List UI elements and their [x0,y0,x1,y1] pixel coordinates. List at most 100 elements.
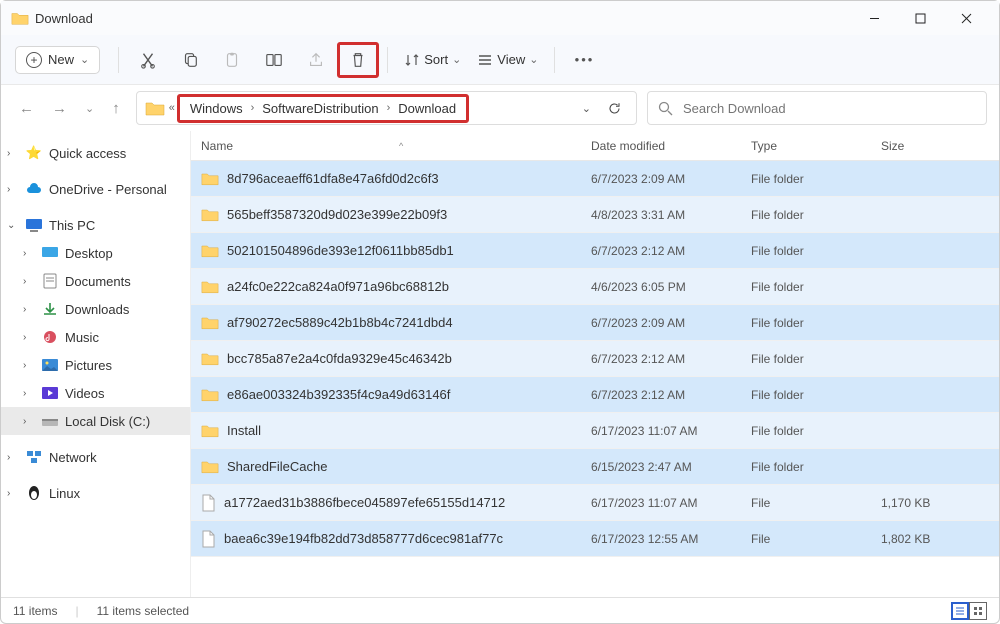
breadcrumb-part[interactable]: Download [398,101,456,116]
maximize-button[interactable] [897,1,943,35]
folder-icon [201,459,219,474]
status-item-count: 11 items [13,604,57,618]
sidebar-item-desktop[interactable]: ›Desktop [1,239,190,267]
file-type: File folder [751,352,881,366]
file-name: 8d796aceaeff61dfa8e47a6fd0d2c6f3 [227,171,439,186]
table-row[interactable]: SharedFileCache6/15/2023 2:47 AMFile fol… [191,449,999,485]
chevron-down-icon: ⌄ [529,53,538,66]
pc-icon [25,216,43,234]
file-date: 6/7/2023 2:09 AM [591,172,751,186]
file-date: 6/17/2023 11:07 AM [591,424,751,438]
sidebar-item-label: Videos [65,386,105,401]
table-row[interactable]: a24fc0e222ca824a0f971a96bc68812b4/6/2023… [191,269,999,305]
sidebar-item-pictures[interactable]: ›Pictures [1,351,190,379]
thumbnails-view-toggle[interactable] [969,602,987,620]
table-row[interactable]: bcc785a87e2a4c0fda9329e45c46342b 6/7/2023… [191,341,999,377]
file-type: File folder [751,424,881,438]
sidebar-item-linux[interactable]: ›Linux [1,479,190,507]
sidebar-item-onedrive[interactable]: ›OneDrive - Personal [1,175,190,203]
navigation-pane: ›⭐Quick access ›OneDrive - Personal ⌄Thi… [1,131,191,597]
file-icon [201,494,216,512]
table-row[interactable]: e86ae003324b392335f4c9a49d63146f6/7/2023… [191,377,999,413]
search-box[interactable] [647,91,987,125]
file-type: File folder [751,208,881,222]
table-row[interactable]: baea6c39e194fb82dd73d858777d6cec981af77c… [191,521,999,557]
minimize-button[interactable] [851,1,897,35]
desktop-icon [41,244,59,262]
view-icon [477,52,493,68]
sort-icon [404,52,420,68]
table-row[interactable]: Install 6/17/2023 11:07 AMFile folder [191,413,999,449]
up-button[interactable]: ↑ [112,100,120,117]
file-name: bcc785a87e2a4c0fda9329e45c46342b [227,351,452,366]
music-icon [41,328,59,346]
view-button[interactable]: View ⌄ [469,46,546,74]
sidebar-item-this-pc[interactable]: ⌄This PC [1,211,190,239]
breadcrumb-highlight: Windows › SoftwareDistribution › Downloa… [177,94,469,123]
sidebar-item-documents[interactable]: ›Documents [1,267,190,295]
folder-icon [201,423,219,438]
col-date[interactable]: Date modified [591,139,751,153]
table-row[interactable]: 565beff3587320d9d023e399e22b09f3 4/8/2023… [191,197,999,233]
table-row[interactable]: a1772aed31b3886fbece045897efe65155d14712… [191,485,999,521]
file-name: baea6c39e194fb82dd73d858777d6cec981af77c [224,531,503,546]
breadcrumb-dropdown[interactable]: ⌄ [574,102,599,115]
file-date: 6/7/2023 2:09 AM [591,316,751,330]
address-bar-row: ← → ⌄ ↑ « Windows › SoftwareDistribution… [1,85,999,131]
sort-button[interactable]: Sort ⌄ [396,46,469,74]
folder-icon [201,351,219,366]
search-input[interactable] [683,101,976,116]
sidebar-item-videos[interactable]: ›Videos [1,379,190,407]
file-name: 565beff3587320d9d023e399e22b09f3 [227,207,447,222]
sidebar-item-label: Pictures [65,358,112,373]
file-type: File folder [751,244,881,258]
col-name[interactable]: Name [201,139,233,153]
file-name: Install [227,423,261,438]
copy-button[interactable] [169,42,211,78]
videos-icon [41,384,59,402]
share-button[interactable] [295,42,337,78]
delete-button[interactable] [337,42,379,78]
cut-button[interactable] [127,42,169,78]
back-button[interactable]: ← [19,100,34,117]
close-button[interactable] [943,1,989,35]
table-row[interactable]: 502101504896de393e12f0611bb85db16/7/2023… [191,233,999,269]
sidebar-item-network[interactable]: ›Network [1,443,190,471]
sidebar-item-local-disk[interactable]: ›Local Disk (C:) [1,407,190,435]
sidebar-item-downloads[interactable]: ›Downloads [1,295,190,323]
folder-icon [201,243,219,258]
rename-button[interactable] [253,42,295,78]
recent-locations-button[interactable]: ⌄ [85,102,94,115]
view-label: View [497,52,525,67]
new-button[interactable]: + New ⌄ [15,46,100,74]
table-row[interactable]: 8d796aceaeff61dfa8e47a6fd0d2c6f3 6/7/2023… [191,161,999,197]
breadcrumb-part[interactable]: SoftwareDistribution [262,101,378,116]
table-row[interactable]: af790272ec5889c42b1b8b4c7241dbd4 6/7/2023… [191,305,999,341]
file-date: 6/7/2023 2:12 AM [591,352,751,366]
chevron-right-icon: « [169,102,175,114]
sidebar-item-label: Documents [65,274,131,289]
col-type[interactable]: Type [751,139,881,153]
refresh-button[interactable] [601,101,628,116]
sidebar-item-label: Music [65,330,99,345]
folder-icon [201,279,219,294]
file-date: 4/8/2023 3:31 AM [591,208,751,222]
sidebar-item-label: Desktop [65,246,113,261]
folder-icon [201,315,219,330]
breadcrumb-part[interactable]: Windows [190,101,243,116]
forward-button[interactable]: → [52,100,67,117]
sidebar-item-music[interactable]: ›Music [1,323,190,351]
sidebar-item-quick-access[interactable]: ›⭐Quick access [1,139,190,167]
more-button[interactable]: ••• [563,42,605,78]
col-size[interactable]: Size [881,139,999,153]
file-date: 6/7/2023 2:12 AM [591,388,751,402]
separator [387,47,388,73]
breadcrumb[interactable]: « Windows › SoftwareDistribution › Downl… [136,91,637,125]
sidebar-item-label: Network [49,450,97,465]
downloads-icon [41,300,59,318]
sidebar-item-label: OneDrive - Personal [49,182,167,197]
column-headers[interactable]: Name^ Date modified Type Size [191,131,999,161]
file-name: af790272ec5889c42b1b8b4c7241dbd4 [227,315,453,330]
paste-button[interactable] [211,42,253,78]
details-view-toggle[interactable] [951,602,969,620]
